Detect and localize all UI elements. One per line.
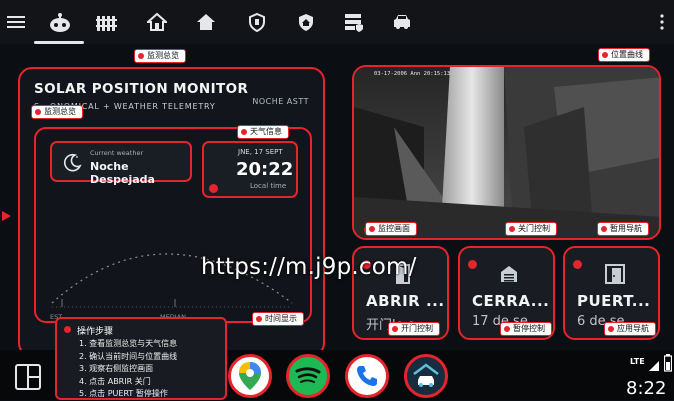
annotation-tag: 时间显示 bbox=[252, 312, 304, 326]
panel-title: SOLAR POSITION MONITOR bbox=[34, 81, 249, 97]
annotation-tag: 监控画面 bbox=[365, 222, 417, 236]
step-item: 5. 点击 PUERT 暂停操作 bbox=[79, 389, 168, 398]
robot-icon[interactable] bbox=[48, 10, 72, 34]
marker-dot bbox=[64, 326, 71, 333]
fence-icon[interactable] bbox=[95, 10, 119, 34]
split-view-icon[interactable] bbox=[15, 364, 41, 394]
annotation-tag: 开门控制 bbox=[388, 322, 440, 336]
camera-image bbox=[354, 67, 659, 238]
left-edge-marker bbox=[0, 207, 12, 226]
camera-feed[interactable]: 03-17-2006 Ann 20:15:13 bbox=[352, 65, 661, 240]
battery-icon bbox=[663, 354, 673, 376]
car-icon[interactable] bbox=[390, 10, 414, 34]
annotation-tag: 应用导航 bbox=[604, 322, 656, 336]
watermark-url: https://m.j9p.com/ bbox=[201, 254, 417, 280]
weather-label: Current weather bbox=[90, 149, 144, 157]
step-item: 2. 确认当前时间与位置曲线 bbox=[79, 351, 178, 361]
spotify-app-icon[interactable] bbox=[286, 354, 330, 398]
weather-value: Noche Despejada bbox=[90, 160, 155, 186]
steps-list: 1. 查看监测总览与天气信息 2. 确认当前时间与位置曲线 3. 观察右侧监控画… bbox=[79, 338, 177, 401]
phone-app-icon[interactable] bbox=[345, 354, 389, 398]
marker-dot bbox=[573, 260, 582, 269]
weather-card[interactable]: Current weather Noche Despejada bbox=[50, 141, 192, 186]
step-item: 4. 点击 ABRIR 关门 bbox=[79, 376, 151, 386]
moon-icon bbox=[62, 152, 82, 176]
network-indicator: LTE bbox=[630, 357, 645, 366]
annotation-tag: 监测总览 bbox=[134, 49, 186, 63]
signal-icon bbox=[649, 356, 659, 375]
operation-steps-panel: 操作步骤 1. 查看监测总览与天气信息 2. 确认当前时间与位置曲线 3. 观察… bbox=[55, 317, 227, 400]
time-label: Local time bbox=[250, 182, 287, 190]
more-vert-icon[interactable] bbox=[650, 10, 674, 34]
active-tab-indicator bbox=[34, 41, 84, 44]
annotation-tag: 关门控制 bbox=[505, 222, 557, 236]
home-icon[interactable] bbox=[145, 10, 169, 34]
time-card: JNE, 17 SEPT 20:22 Local time bbox=[202, 141, 298, 198]
step-item: 3. 观察右侧监控画面 bbox=[79, 364, 154, 373]
garage-icon bbox=[500, 265, 518, 287]
annotation-tag: 暂停控制 bbox=[500, 322, 552, 336]
server-shield-icon[interactable] bbox=[342, 10, 366, 34]
menu-icon[interactable] bbox=[4, 10, 28, 34]
card-title: CERRA... bbox=[472, 292, 550, 310]
garage-app-icon[interactable] bbox=[404, 354, 448, 398]
date-label: JNE, 17 SEPT bbox=[238, 148, 283, 156]
marker-dot bbox=[209, 184, 218, 193]
house-icon[interactable] bbox=[194, 10, 218, 34]
annotation-tag: 暂用导航 bbox=[597, 222, 649, 236]
sky-panel: Current weather Noche Despejada JNE, 17 … bbox=[34, 125, 312, 323]
annotation-tag: 监测总览 bbox=[31, 105, 83, 119]
time-value: 20:22 bbox=[236, 159, 294, 180]
shield-plug-icon[interactable] bbox=[245, 10, 269, 34]
annotation-tag: 位置曲线 bbox=[598, 48, 650, 62]
door-icon bbox=[605, 264, 625, 288]
step-item: 1. 查看监测总览与天气信息 bbox=[79, 339, 178, 348]
marker-dot bbox=[468, 260, 477, 269]
annotation-tag: 天气信息 bbox=[237, 125, 289, 139]
steps-heading: 操作步骤 bbox=[77, 327, 114, 337]
card-title: ABRIR ... bbox=[366, 292, 445, 310]
top-nav-bar bbox=[0, 0, 674, 44]
card-title: PUERT... bbox=[577, 292, 651, 310]
maps-app-icon[interactable] bbox=[228, 354, 272, 398]
camera-timestamp: 03-17-2006 Ann 20:15:13 bbox=[374, 71, 451, 77]
shield-home-icon[interactable] bbox=[294, 10, 318, 34]
status-clock: 8:22 bbox=[626, 378, 667, 399]
solar-monitor-panel: SOLAR POSITION MONITOR S...ONOMICAL + WE… bbox=[18, 67, 325, 357]
location-label: NOCHE ASTT bbox=[252, 97, 309, 106]
